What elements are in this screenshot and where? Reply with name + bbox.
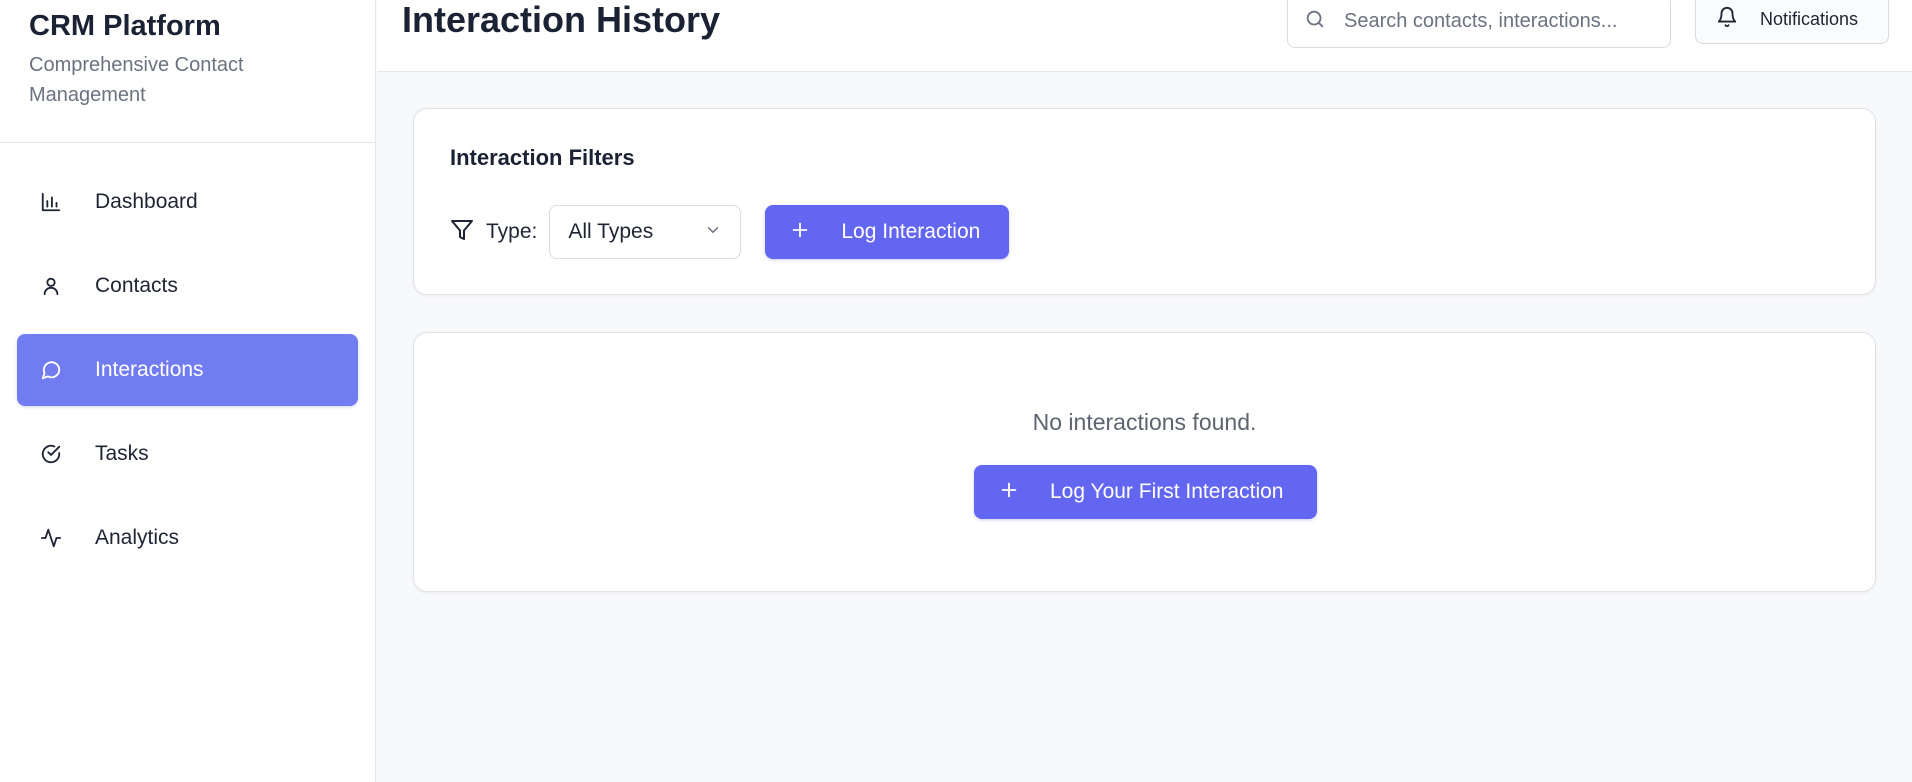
user-icon xyxy=(39,274,63,298)
activity-icon xyxy=(39,526,63,550)
sidebar: CRM Platform Comprehensive Contact Manag… xyxy=(0,0,376,782)
type-select-value: All Types xyxy=(568,220,654,243)
filter-row: Type: All Types Log Interaction xyxy=(450,205,1010,259)
sidebar-item-dashboard[interactable]: Dashboard xyxy=(17,166,358,238)
top-header: Interaction History Notifications xyxy=(377,0,1912,72)
message-circle-icon xyxy=(39,358,63,382)
search-box[interactable] xyxy=(1287,0,1671,48)
brand: CRM Platform Comprehensive Contact Manag… xyxy=(0,0,375,143)
empty-state-message: No interactions found. xyxy=(1032,409,1257,435)
sidebar-item-label: Dashboard xyxy=(95,190,198,213)
type-select[interactable]: All Types xyxy=(549,205,742,259)
notifications-label: Notifications xyxy=(1760,8,1859,29)
sidebar-item-analytics[interactable]: Analytics xyxy=(17,502,358,574)
type-label: Type: xyxy=(486,220,538,243)
check-circle-icon xyxy=(39,442,63,466)
log-first-interaction-button[interactable]: Log Your First Interaction xyxy=(974,465,1317,519)
filters-card: Interaction Filters Type: All Types Log … xyxy=(413,108,1876,295)
sidebar-item-interactions[interactable]: Interactions xyxy=(17,334,358,406)
filter-icon xyxy=(450,218,474,247)
plus-icon xyxy=(789,219,811,246)
interactions-list-card: No interactions found. Log Your First In… xyxy=(413,332,1876,592)
bell-icon xyxy=(1716,6,1738,33)
page-title: Interaction History xyxy=(402,0,721,40)
sidebar-item-label: Tasks xyxy=(95,442,149,465)
bar-chart-icon xyxy=(39,190,63,214)
log-interaction-button[interactable]: Log Interaction xyxy=(765,205,1010,259)
plus-icon xyxy=(998,479,1020,506)
brand-subtitle: Comprehensive Contact Management xyxy=(29,54,244,106)
chevron-down-icon xyxy=(704,221,722,244)
sidebar-item-label: Contacts xyxy=(95,274,178,297)
brand-title: CRM Platform xyxy=(29,10,221,42)
log-first-interaction-label: Log Your First Interaction xyxy=(1050,480,1284,503)
sidebar-item-contacts[interactable]: Contacts xyxy=(17,250,358,322)
sidebar-item-label: Interactions xyxy=(95,358,204,381)
search-icon xyxy=(1304,8,1326,35)
sidebar-item-label: Analytics xyxy=(95,526,180,549)
log-interaction-label: Log Interaction xyxy=(841,220,981,243)
search-input[interactable] xyxy=(1344,9,1664,33)
notifications-button[interactable]: Notifications xyxy=(1695,0,1889,44)
sidebar-nav: Dashboard Contacts Interactions Tasks An… xyxy=(0,143,375,574)
sidebar-item-tasks[interactable]: Tasks xyxy=(17,418,358,490)
filters-title: Interaction Filters xyxy=(450,145,635,170)
